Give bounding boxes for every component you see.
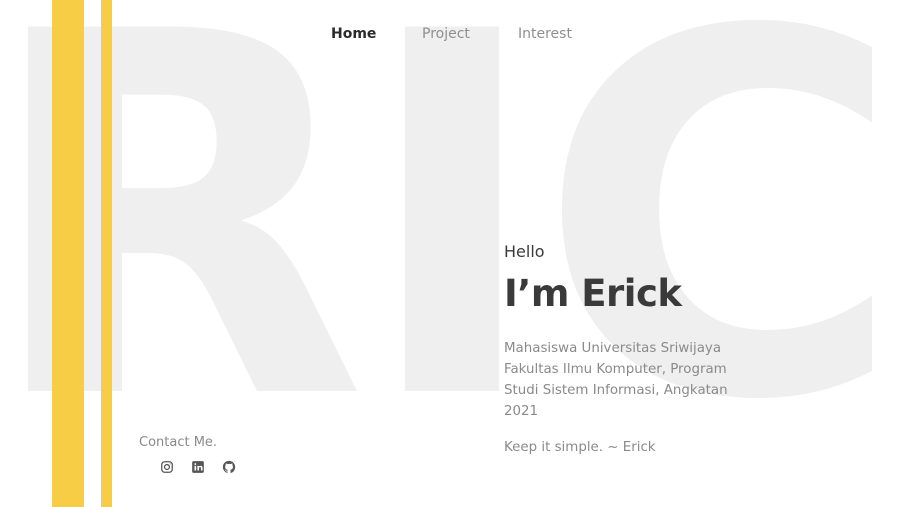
contact-label: Contact Me. xyxy=(139,435,218,450)
accent-stripe-narrow xyxy=(101,0,112,507)
instagram-link[interactable] xyxy=(160,460,174,474)
linkedin-icon xyxy=(192,461,204,473)
hero-greeting: Hello xyxy=(504,242,545,261)
github-link[interactable] xyxy=(222,460,236,474)
linkedin-link[interactable] xyxy=(191,460,205,474)
nav-item-home[interactable]: Home xyxy=(331,22,376,46)
github-icon xyxy=(222,460,236,473)
instagram-icon xyxy=(161,461,173,473)
top-navigation: Home Project Interest xyxy=(0,22,901,46)
nav-item-interest[interactable]: Interest xyxy=(518,22,572,46)
background-watermark-text: RICK xyxy=(0,0,901,438)
hero-section: Hello I’m Erick Mahasiswa Universitas Sr… xyxy=(504,242,744,458)
hero-bio: Mahasiswa Universitas Sriwijaya Fakultas… xyxy=(504,341,728,419)
hero-tagline: Keep it simple. ~ Erick xyxy=(504,440,656,455)
accent-stripe-wide xyxy=(52,0,84,507)
hero-name-heading: I’m Erick xyxy=(504,272,682,315)
nav-item-project[interactable]: Project xyxy=(422,22,470,46)
